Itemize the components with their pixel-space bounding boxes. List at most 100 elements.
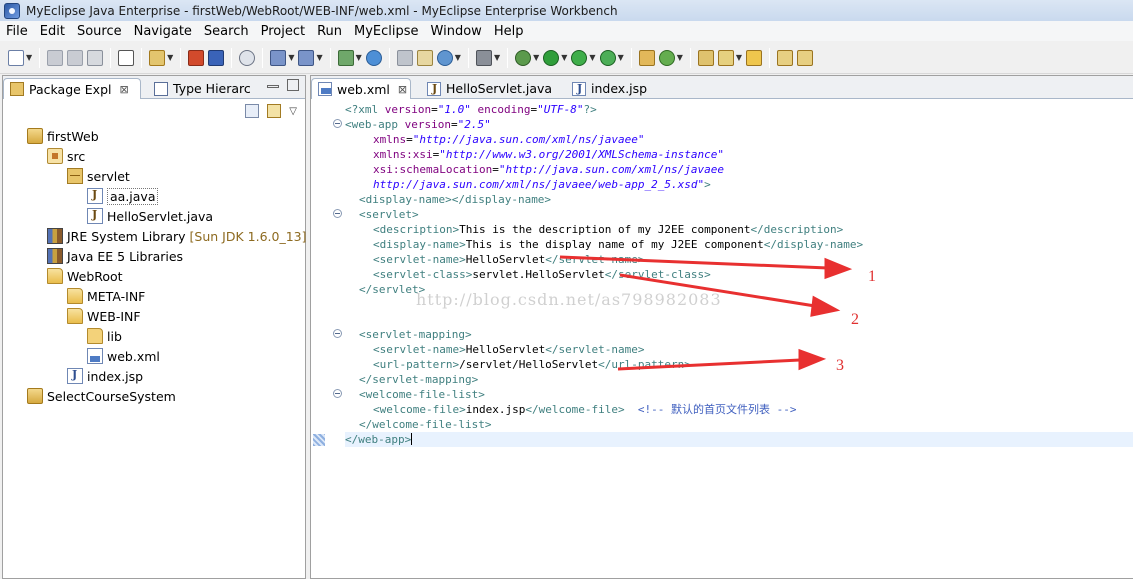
menu-search[interactable]: Search [198, 24, 255, 39]
editor-tabs: web.xml ⊠ HelloServlet.java index.jsp [311, 76, 1133, 99]
nav-button[interactable] [777, 47, 794, 69]
fold-icon[interactable] [333, 119, 342, 128]
camera-button[interactable]: ▼ [475, 47, 500, 69]
tree-item-label: META-INF [87, 288, 146, 304]
java-file-icon [87, 208, 103, 224]
tree-item-label: firstWeb [47, 128, 99, 144]
module-button[interactable] [208, 47, 225, 69]
new-package-button[interactable] [638, 47, 655, 69]
tree-item-index-jsp[interactable]: index.jsp [67, 366, 143, 386]
menu-run[interactable]: Run [311, 24, 348, 39]
menu-myeclipse[interactable]: MyEclipse [348, 24, 425, 39]
wand2-button[interactable]: ▼ [298, 47, 323, 69]
tree-item-meta-inf[interactable]: META-INF [67, 286, 145, 306]
tree-item-src[interactable]: src [47, 146, 85, 166]
project-icon [27, 388, 43, 404]
code-line: </servlet-mapping> [359, 373, 479, 386]
globe2-button[interactable]: ▼ [436, 47, 461, 69]
tree-item-webroot[interactable]: WebRoot [47, 266, 123, 286]
code-line: <?xml version="1.0" encoding="UTF-8"?> [345, 103, 597, 116]
title-bar: MyEclipse Java Enterprise - firstWeb/Web… [0, 0, 1133, 21]
collapse-all-icon[interactable] [245, 104, 260, 118]
jsp-file-icon [67, 368, 83, 384]
menu-file[interactable]: File [0, 24, 34, 39]
tree-item-aa-java[interactable]: aa.java [87, 186, 159, 206]
wand-button[interactable]: ▼ [270, 47, 294, 69]
server-run-button[interactable]: ▼ [337, 47, 362, 69]
binary-button[interactable] [118, 47, 135, 69]
code-line: xmlns="http://java.sun.com/xml/ns/javaee… [373, 133, 645, 146]
tree-item-label: web.xml [107, 348, 160, 364]
tree-item-lib[interactable]: lib [87, 326, 122, 346]
tree-item-label: Java EE 5 Libraries [67, 248, 184, 264]
tree-item-label: WebRoot [67, 268, 123, 284]
new-button[interactable]: ▼ [8, 47, 32, 69]
coverage-button[interactable]: ▼ [599, 47, 624, 69]
tab-helloservlet-java[interactable]: HelloServlet.java [421, 78, 561, 99]
open-folder-button[interactable] [697, 47, 714, 69]
link-with-editor-icon[interactable] [267, 104, 282, 118]
tab-label: Type Hierarc [173, 81, 251, 96]
box-icon [188, 49, 205, 66]
menu-help[interactable]: Help [488, 24, 530, 39]
close-icon[interactable]: ⊠ [120, 83, 129, 96]
menu-edit[interactable]: Edit [34, 24, 71, 39]
code-line: xsi:schemaLocation="http://java.sun.com/… [373, 163, 725, 176]
pencil-button[interactable]: ▼ [717, 47, 742, 69]
refresh-button[interactable]: ▼ [658, 47, 683, 69]
print-button[interactable] [87, 47, 104, 69]
view-menu-icon[interactable]: ▽ [289, 106, 297, 117]
fold-icon[interactable] [333, 329, 342, 338]
tab-index-jsp[interactable]: index.jsp [566, 78, 666, 99]
run-external-icon [571, 49, 588, 66]
run-external-button[interactable]: ▼ [571, 47, 596, 69]
annotation-label-3: 3 [836, 357, 844, 374]
editor-gutter [311, 100, 343, 578]
run-button[interactable]: ▼ [543, 47, 567, 69]
deploy-button[interactable] [239, 47, 256, 69]
menu-source[interactable]: Source [71, 24, 128, 39]
save-button[interactable] [47, 47, 64, 69]
minimize-icon[interactable] [267, 85, 279, 88]
save-all-button[interactable] [67, 47, 84, 69]
tree-item-web-xml[interactable]: web.xml [87, 346, 160, 366]
tree-item-label: WEB-INF [87, 308, 141, 324]
code-line: <display-name>This is the display name o… [373, 238, 864, 251]
debug-button[interactable]: ▼ [515, 47, 539, 69]
tree-item-label: index.jsp [87, 368, 144, 384]
new-package-icon [638, 49, 655, 66]
tree-item-web-inf[interactable]: WEB-INF [67, 306, 141, 326]
tree-item-helloservlet-java[interactable]: HelloServlet.java [87, 206, 213, 226]
browser-button[interactable] [416, 47, 433, 69]
tab-web-xml[interactable]: web.xml ⊠ [311, 78, 411, 99]
cut-button[interactable] [396, 47, 413, 69]
jsp-file-icon [572, 81, 586, 96]
tree-item-firstweb[interactable]: firstWeb [27, 126, 99, 146]
menu-project[interactable]: Project [255, 24, 311, 39]
menu-navigate[interactable]: Navigate [128, 24, 198, 39]
tree-item-javaee-libraries[interactable]: Java EE 5 Libraries [47, 246, 183, 266]
nav2-button[interactable] [797, 47, 814, 69]
tree-item-jre-library[interactable]: JRE System Library [Sun JDK 1.6.0_13] [47, 226, 307, 246]
maximize-icon[interactable] [287, 79, 299, 91]
globe-button[interactable] [365, 47, 382, 69]
tree-item-selectcoursesystem[interactable]: SelectCourseSystem [27, 386, 176, 406]
view-toolbar: ▽ [3, 100, 305, 122]
tree-item-servlet-package[interactable]: servlet [67, 166, 130, 186]
xml-file-icon [87, 348, 103, 364]
folder-open-button[interactable] [746, 47, 763, 69]
code-line-current: </web-app> [345, 432, 1133, 447]
tab-label: HelloServlet.java [446, 81, 553, 96]
bookmark-icon [313, 434, 325, 446]
open-type-button[interactable]: ▼ [149, 47, 173, 69]
tab-type-hierarchy[interactable]: Type Hierarc [148, 78, 258, 99]
tab-package-explorer[interactable]: Package Expl ⊠ [3, 78, 141, 99]
box-button[interactable] [188, 47, 205, 69]
globe2-icon [436, 49, 453, 66]
save-all-icon [67, 49, 84, 66]
menu-window[interactable]: Window [425, 24, 488, 39]
nav2-icon [797, 49, 814, 66]
close-icon[interactable]: ⊠ [398, 83, 407, 96]
fold-icon[interactable] [333, 389, 342, 398]
fold-icon[interactable] [333, 209, 342, 218]
